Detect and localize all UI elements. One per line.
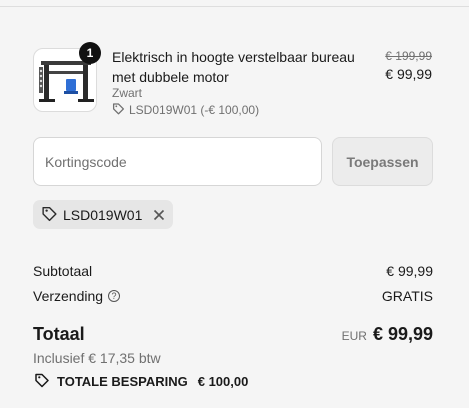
applied-code-label: LSD019W01	[63, 206, 143, 223]
total-value: € 99,99	[372, 324, 433, 344]
product-variant: Zwart	[112, 86, 142, 100]
total-row: Totaal EUR € 99,99	[33, 324, 433, 345]
shipping-value: GRATIS	[381, 288, 433, 304]
discount-code-input[interactable]	[33, 137, 322, 186]
shipping-label: Verzending	[33, 288, 104, 304]
product-discount-label: LSD019W01 (-€ 100,00)	[129, 103, 260, 117]
product-price: € 99,99	[385, 66, 432, 82]
original-price: € 199,99	[385, 49, 432, 63]
applied-discount-chip: LSD019W01	[33, 200, 174, 229]
product-discount: LSD019W01 (-€ 100,00)	[112, 102, 259, 118]
apply-button[interactable]: Toepassen	[332, 137, 433, 186]
subtotal-row: Subtotaal € 99,99	[33, 263, 433, 279]
top-divider	[0, 6, 469, 7]
desk-image	[39, 61, 94, 102]
tag-icon	[112, 102, 125, 118]
tax-note: Inclusief € 17,35 btw	[33, 350, 161, 366]
total-label: Totaal	[33, 324, 85, 344]
shipping-row: Verzending ? GRATIS	[33, 288, 433, 304]
tag-icon	[33, 372, 51, 391]
subtotal-label: Subtotaal	[33, 263, 93, 279]
quantity-badge: 1	[79, 42, 101, 64]
subtotal-value: € 99,99	[386, 263, 433, 279]
product-title: Elektrisch in hoogte verstelbaar bureau …	[112, 49, 355, 85]
question-circle-icon[interactable]: ?	[108, 290, 121, 302]
savings-value: € 100,00	[197, 374, 249, 389]
savings-label: TOTALE BESPARING	[57, 374, 188, 389]
total-savings: TOTALE BESPARING € 100,00	[33, 372, 248, 391]
tag-icon	[41, 205, 58, 225]
close-icon[interactable]	[153, 209, 165, 221]
currency-code: EUR	[341, 329, 367, 343]
